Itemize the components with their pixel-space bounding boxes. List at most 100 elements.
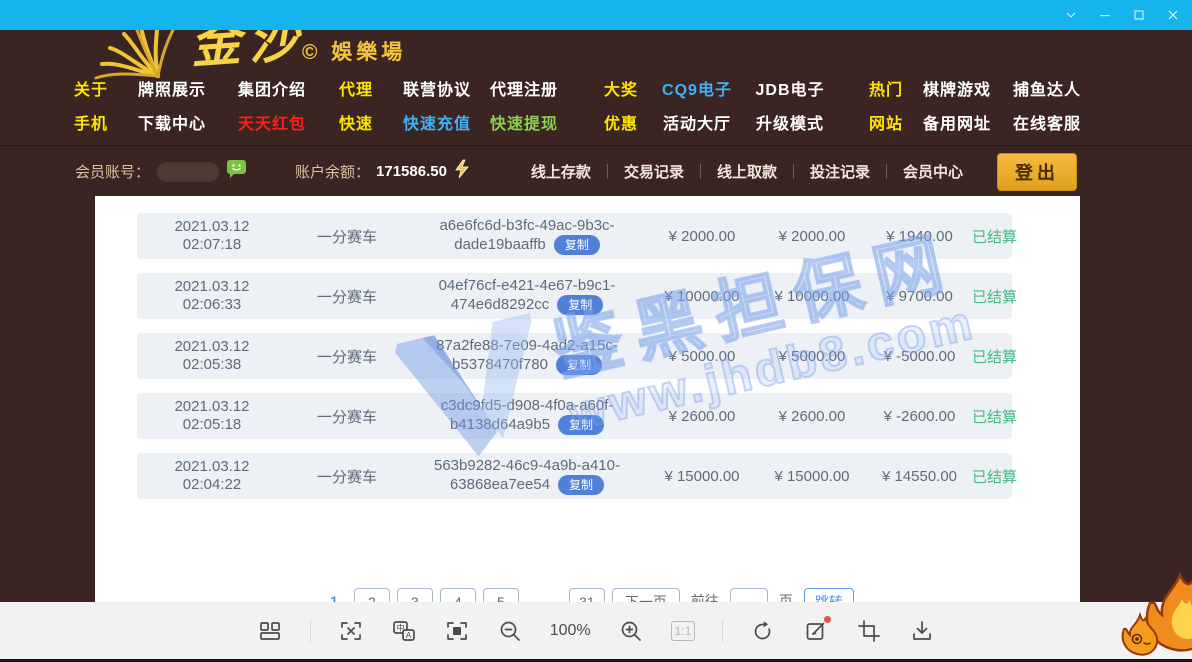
nav-daily-red-packet[interactable]: 天天红包 [238,110,306,134]
nav-website[interactable]: 网站 [869,110,903,134]
nav-quick-deposit[interactable]: 快速充值 [403,110,471,134]
member-bar: 会员账号： 账户余额： 171586.50 [0,145,1192,197]
link-online-withdraw[interactable]: 线上取款 [701,161,793,182]
status-settled: 已结算 [972,466,1012,487]
cell-game: 一分赛车 [287,286,407,307]
zoom-in-icon[interactable] [618,618,644,644]
ocr-icon[interactable] [338,618,364,644]
nav-quick-withdraw[interactable]: 快速提现 [490,110,558,134]
nav-jdb-games[interactable]: JDB电子 [755,76,824,100]
close-icon[interactable] [1164,6,1182,24]
rotate-icon[interactable] [750,618,776,644]
balance-label: 账户余额： [295,161,370,182]
fit-screen-icon[interactable] [444,618,470,644]
page-current[interactable]: 1 [321,588,347,602]
records-panel: 2021.03.1202:07:18 一分赛车 a6e6fc6d-b3fc-49… [95,196,1080,602]
nav-about[interactable]: 关于 [74,76,108,100]
maximize-icon[interactable] [1130,6,1148,24]
link-transaction-history[interactable]: 交易记录 [608,161,700,182]
cell-game: 一分赛车 [287,226,407,247]
chat-bubble-icon[interactable] [226,159,247,184]
copy-button[interactable]: 复制 [556,355,602,375]
cell-win-loss: ¥ 9700.00 [867,288,972,305]
cell-bet-amount: ¥ 5000.00 [647,348,757,365]
translate-icon[interactable]: 中 A [391,618,417,644]
nav-quick[interactable]: 快速 [339,110,373,134]
copy-button[interactable]: 复制 [558,475,604,495]
window-controls [1062,0,1182,30]
page-4[interactable]: 4 [440,588,476,602]
nav-mobile[interactable]: 手机 [74,110,108,134]
nav-license-display[interactable]: 牌照展示 [138,76,206,100]
cell-datetime: 2021.03.1202:04:22 [137,458,287,494]
nav-affiliate[interactable]: 联营协议 [403,76,471,100]
cell-valid-amount: ¥ 5000.00 [757,348,867,365]
nav-agent[interactable]: 代理 [339,76,373,100]
copy-button[interactable]: 复制 [557,295,603,315]
page-2[interactable]: 2 [354,588,390,602]
cell-datetime: 2021.03.1202:06:33 [137,278,287,314]
cell-datetime: 2021.03.1202:07:18 [137,218,287,254]
logo-suffix-text: © 娛樂場 [302,36,406,66]
balance-value: 171586.50 [376,163,447,180]
nav-hot[interactable]: 热门 [869,76,903,100]
nav-download-center[interactable]: 下载中心 [138,110,206,134]
download-icon[interactable] [909,618,935,644]
nav-jackpot[interactable]: 大奖 [604,76,638,100]
link-member-center[interactable]: 会员中心 [887,161,979,182]
zoom-out-icon[interactable] [497,618,523,644]
cell-game: 一分赛车 [287,466,407,487]
nav-fishing-master[interactable]: 捕鱼达人 [1013,76,1081,100]
toolbar-divider [722,620,723,642]
cell-bet-amount: ¥ 2600.00 [647,408,757,425]
link-bet-records[interactable]: 投注记录 [794,161,886,182]
link-online-deposit[interactable]: 线上存款 [515,161,607,182]
status-settled: 已结算 [972,286,1012,307]
nav-upgrade-mode[interactable]: 升级模式 [756,110,824,134]
cell-order-id: 563b9282-46c9-4a9b-a410- 63868ea7ee54 复制 [407,457,647,495]
copy-button[interactable]: 复制 [554,235,600,255]
nav-chess-games[interactable]: 棋牌游戏 [923,76,991,100]
one-to-one-icon[interactable]: 1:1 [671,621,696,641]
page-3[interactable]: 3 [397,588,433,602]
nav-agent-register[interactable]: 代理注册 [490,76,558,100]
cell-game: 一分赛车 [287,406,407,427]
nav-group-intro[interactable]: 集团介绍 [238,76,306,100]
cell-datetime: 2021.03.1202:05:38 [137,338,287,374]
crop-icon[interactable] [856,618,882,644]
cell-bet-amount: ¥ 2000.00 [647,228,757,245]
status-settled: 已结算 [972,346,1012,367]
nav-activity-hall[interactable]: 活动大厅 [663,110,731,134]
cell-valid-amount: ¥ 15000.00 [757,468,867,485]
zoom-level[interactable]: 100% [550,622,591,640]
page-last[interactable]: 31 [569,588,605,602]
nav-online-service[interactable]: 在线客服 [1013,110,1081,134]
cell-valid-amount: ¥ 2600.00 [757,408,867,425]
pagination: 1 2 3 4 5 31 下一页 前往 页 跳转 [95,588,1080,602]
image-viewer-toolbar: 中 A 100% 1:1 [0,602,1192,662]
copy-button[interactable]: 复制 [558,415,604,435]
page-5[interactable]: 5 [483,588,519,602]
minimize-icon[interactable] [1096,6,1114,24]
svg-text:A: A [406,631,412,640]
table-row: 2021.03.1202:04:22 一分赛车 563b9282-46c9-4a… [137,453,1012,499]
cell-win-loss: ¥ -2600.00 [867,408,972,425]
nav-promotions[interactable]: 优惠 [604,110,638,134]
logout-button[interactable]: 登出 [997,153,1077,191]
nav-backup-url[interactable]: 备用网址 [923,110,991,134]
member-balance: 账户余额： 171586.50 [295,146,471,197]
cell-datetime: 2021.03.1202:05:18 [137,398,287,434]
layout-icon[interactable] [257,618,283,644]
nav-cq9-games[interactable]: CQ9电子 [662,76,732,100]
jump-button[interactable]: 跳转 [804,588,854,602]
cell-win-loss: ¥ -5000.00 [867,348,972,365]
goto-page-input[interactable] [730,588,768,602]
chevron-down-icon[interactable] [1062,6,1080,24]
next-page-button[interactable]: 下一页 [612,588,680,602]
lightning-refresh-icon[interactable] [453,159,471,184]
edit-icon[interactable] [803,618,829,644]
app-window: 金沙 © 娛樂場 关于 牌照展示 集团介绍 代理 联营协议 代理注册 大奖 CQ… [0,0,1192,662]
window-titlebar [0,0,1192,30]
member-account: 会员账号： [75,146,247,197]
records-table: 2021.03.1202:07:18 一分赛车 a6e6fc6d-b3fc-49… [137,213,1012,513]
